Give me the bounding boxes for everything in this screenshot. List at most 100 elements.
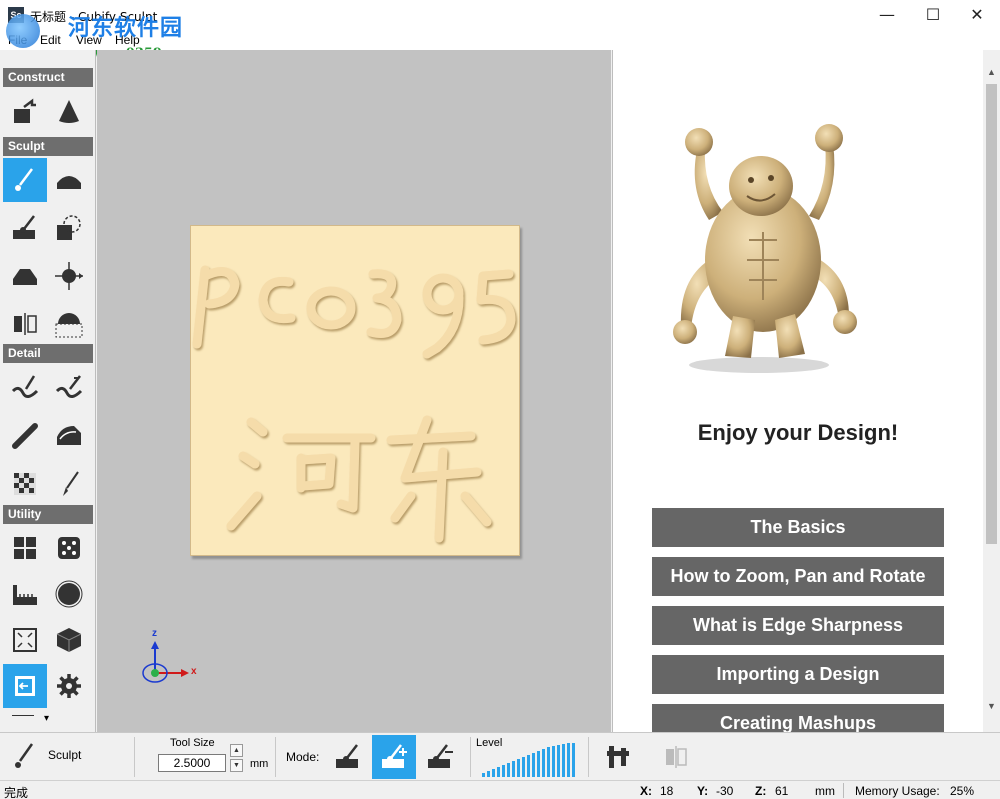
dice-icon bbox=[58, 537, 80, 559]
mode-subtract-icon bbox=[428, 744, 453, 768]
cut-tool[interactable] bbox=[47, 302, 91, 346]
sample-creature-image bbox=[639, 120, 879, 380]
import-tool[interactable] bbox=[3, 664, 47, 708]
minimize-button[interactable]: — bbox=[864, 0, 910, 30]
divider bbox=[275, 737, 276, 777]
menu-edit[interactable]: Edit bbox=[40, 33, 61, 47]
axis-gizmo-icon bbox=[142, 641, 189, 683]
mode-subtract-button[interactable] bbox=[418, 735, 462, 779]
new-design-icon bbox=[14, 98, 36, 123]
mirror-tool[interactable] bbox=[3, 302, 47, 346]
section-sculpt: Sculpt bbox=[3, 137, 93, 156]
paint-tool[interactable] bbox=[47, 462, 91, 506]
fit-view-icon bbox=[13, 628, 37, 652]
sculpt-model[interactable] bbox=[190, 225, 520, 556]
divider bbox=[588, 737, 589, 777]
paintbrush-icon bbox=[63, 471, 79, 496]
caliper-button[interactable] bbox=[596, 735, 640, 779]
x-coord-value: 18 bbox=[660, 784, 674, 798]
crease-tool[interactable] bbox=[3, 414, 47, 458]
level-bars-icon bbox=[482, 743, 575, 777]
smooth-icon bbox=[13, 215, 35, 239]
scroll-thumb[interactable] bbox=[986, 84, 997, 544]
deboss-tool[interactable] bbox=[47, 366, 91, 410]
sculpt-brush-tool[interactable] bbox=[3, 158, 47, 202]
memory-value: 25% bbox=[950, 784, 975, 798]
sphere-tool[interactable] bbox=[47, 572, 91, 616]
maximize-button[interactable]: ☐ bbox=[910, 0, 956, 30]
caliper-icon bbox=[607, 746, 629, 768]
scroll-down-icon[interactable]: ▼ bbox=[983, 698, 1000, 715]
fit-view-tool[interactable] bbox=[3, 618, 47, 662]
close-button[interactable]: ✕ bbox=[954, 0, 1000, 30]
mode-label: Mode: bbox=[286, 750, 320, 764]
random-tool[interactable] bbox=[47, 526, 91, 570]
sphere-icon bbox=[55, 580, 83, 608]
z-coord-value: 61 bbox=[775, 784, 789, 798]
tool-size-input[interactable] bbox=[158, 754, 226, 772]
welcome-scrollbar[interactable]: ▲ ▼ bbox=[983, 50, 1000, 732]
title-bar: Sc 无标题 - Cubify Sculpt — ☐ ✕ bbox=[0, 0, 1000, 30]
link-importing-design[interactable]: Importing a Design bbox=[652, 655, 944, 694]
link-edge-sharpness[interactable]: What is Edge Sharpness bbox=[652, 606, 944, 645]
cube-icon bbox=[56, 628, 82, 652]
more-tools-chevron-icon[interactable]: ▾ bbox=[44, 713, 49, 724]
section-utility: Utility bbox=[3, 505, 93, 524]
cut-sphere-icon bbox=[55, 313, 83, 338]
model-viewport[interactable]: z x bbox=[97, 50, 611, 732]
mode-neutral-icon bbox=[336, 744, 358, 768]
welcome-title: Enjoy your Design! bbox=[697, 420, 899, 445]
measure-tool[interactable] bbox=[3, 572, 47, 616]
brush-icon bbox=[15, 168, 33, 191]
deboss-icon bbox=[55, 375, 83, 398]
crease-icon bbox=[12, 423, 38, 449]
memory-label: Memory Usage: bbox=[855, 784, 940, 798]
tool-size-up-icon[interactable]: ▲ bbox=[230, 744, 243, 757]
tool-size-unit: mm bbox=[250, 758, 269, 770]
checker-icon bbox=[14, 473, 36, 495]
mode-add-button[interactable] bbox=[372, 735, 416, 779]
emboss-tool[interactable] bbox=[3, 366, 47, 410]
edge-tool[interactable] bbox=[47, 414, 91, 458]
import-icon bbox=[15, 676, 35, 696]
link-zoom-pan-rotate[interactable]: How to Zoom, Pan and Rotate bbox=[652, 557, 944, 596]
link-the-basics[interactable]: The Basics bbox=[652, 508, 944, 547]
smooth-tool[interactable] bbox=[3, 206, 47, 250]
current-tool-name: Sculpt bbox=[48, 748, 82, 762]
mirror-toggle-button[interactable] bbox=[654, 735, 698, 779]
coord-unit: mm bbox=[815, 784, 835, 798]
scroll-up-icon[interactable]: ▲ bbox=[983, 64, 1000, 81]
menu-view[interactable]: View bbox=[76, 33, 102, 47]
section-construct: Construct bbox=[3, 68, 93, 87]
tool-size-label: Tool Size bbox=[170, 737, 215, 749]
bump-icon bbox=[57, 176, 81, 189]
primitive-tool[interactable] bbox=[47, 90, 91, 134]
select-region-tool[interactable] bbox=[47, 206, 91, 250]
current-tool-brush-icon bbox=[10, 741, 38, 774]
tool-size-down-icon[interactable]: ▼ bbox=[230, 759, 243, 772]
mirror-toggle-icon bbox=[666, 746, 687, 768]
new-design-tool[interactable] bbox=[3, 90, 47, 134]
tool-options-bar: Sculpt Tool Size ▲ ▼ mm Mode: Level bbox=[0, 732, 1000, 780]
settings-tool[interactable] bbox=[47, 664, 91, 708]
menu-help[interactable]: Help bbox=[115, 33, 140, 47]
divider bbox=[470, 737, 471, 777]
x-coord-label: X: bbox=[640, 784, 652, 798]
level-slider[interactable] bbox=[482, 743, 578, 780]
solid-view-tool[interactable] bbox=[47, 618, 91, 662]
divider bbox=[134, 737, 135, 777]
texture-tool[interactable] bbox=[3, 462, 47, 506]
ruler-icon bbox=[13, 585, 37, 605]
embossed-model-icon bbox=[192, 265, 516, 543]
mode-neutral-button[interactable] bbox=[326, 735, 370, 779]
status-bar: 完成 X: 18 Y: -30 Z: 61 mm Memory Usage: 2… bbox=[0, 780, 1000, 799]
move-icon bbox=[55, 262, 83, 290]
flatten-tool[interactable] bbox=[3, 254, 47, 298]
bump-tool[interactable] bbox=[47, 158, 91, 202]
move-tool[interactable] bbox=[47, 254, 91, 298]
section-detail: Detail bbox=[3, 344, 93, 363]
tool-palette: Construct Sculpt Detail Utility ▾ bbox=[0, 50, 96, 732]
menu-file[interactable]: File bbox=[8, 33, 27, 47]
y-coord-value: -30 bbox=[716, 784, 734, 798]
grid-tool[interactable] bbox=[3, 526, 47, 570]
